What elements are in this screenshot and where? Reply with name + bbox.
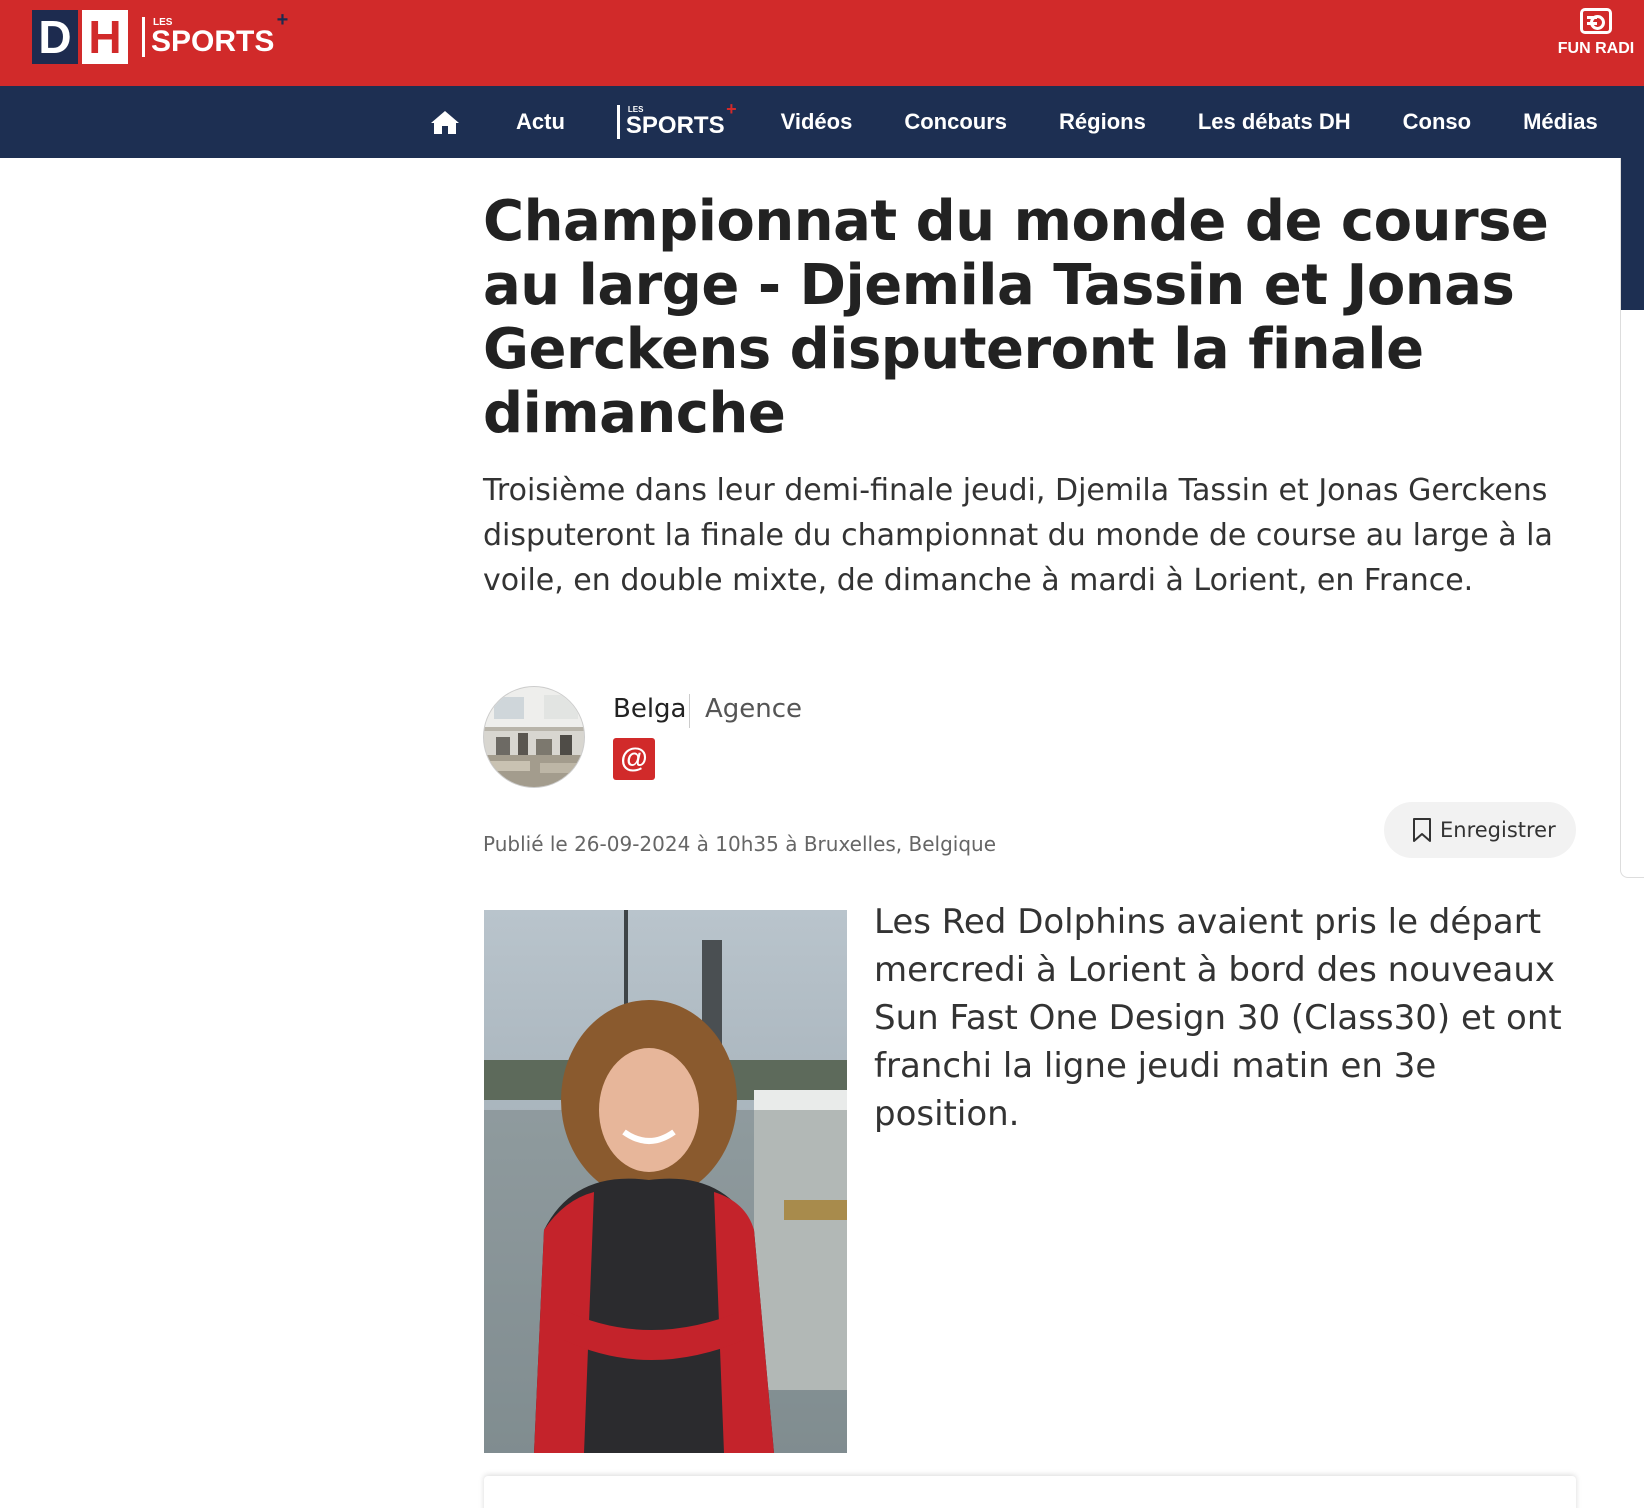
les-sports-word: SPORTS bbox=[151, 25, 275, 58]
les-sports-plus: + bbox=[276, 9, 289, 31]
save-button[interactable]: Enregistrer bbox=[1384, 802, 1576, 858]
radio-icon bbox=[1580, 8, 1612, 34]
nav-sports-plus: + bbox=[726, 99, 737, 119]
side-panel[interactable] bbox=[1620, 158, 1644, 878]
nav-sports-word: SPORTS bbox=[625, 112, 725, 139]
email-author-button[interactable]: @ bbox=[613, 738, 655, 780]
top-header-bar: D H LES SPORTS + FUN RADI bbox=[0, 0, 1644, 86]
author-separator bbox=[689, 694, 690, 728]
nav-item-actu[interactable]: Actu bbox=[516, 109, 565, 135]
nav-item-les-sports[interactable]: LES SPORTS + bbox=[616, 99, 737, 139]
author-avatar[interactable] bbox=[483, 686, 585, 788]
article-headline: Championnat du monde de course au large … bbox=[483, 189, 1549, 446]
dh-logo-mark: D H bbox=[32, 10, 128, 64]
nav-sports-les: LES bbox=[627, 105, 644, 114]
author-block: Belga Agence @ bbox=[483, 686, 1083, 790]
nav-items: Actu LES SPORTS + Vidéos Concours Région… bbox=[430, 86, 1644, 158]
article-body-paragraph: Les Red Dolphins avaient pris le départ … bbox=[874, 902, 1562, 1134]
nav-item-concours[interactable]: Concours bbox=[904, 109, 1007, 135]
article-photo[interactable] bbox=[484, 910, 847, 1453]
logo-h: H bbox=[82, 10, 128, 64]
nav-item-debats[interactable]: Les débats DH bbox=[1198, 109, 1351, 135]
bottom-card bbox=[484, 1476, 1576, 1508]
author-name[interactable]: Belga bbox=[613, 694, 687, 724]
nav-item-videos[interactable]: Vidéos bbox=[781, 109, 853, 135]
home-icon[interactable] bbox=[430, 109, 460, 135]
author-role: Agence bbox=[705, 694, 803, 724]
les-sports-logo: LES SPORTS + bbox=[142, 9, 288, 58]
logo-d: D bbox=[32, 10, 78, 64]
fun-radio-label: FUN RADI bbox=[1557, 40, 1635, 57]
article-header: Championnat du monde de course au large … bbox=[483, 190, 1573, 603]
bookmark-icon bbox=[1413, 818, 1431, 842]
main-nav: Actu LES SPORTS + Vidéos Concours Région… bbox=[0, 86, 1644, 158]
fun-radio-link[interactable]: FUN RADI bbox=[1548, 8, 1644, 58]
les-sports-les: LES bbox=[153, 17, 173, 28]
nav-item-medias[interactable]: Médias bbox=[1523, 109, 1598, 135]
side-panel-accent bbox=[1621, 158, 1644, 310]
nav-item-conso[interactable]: Conso bbox=[1403, 109, 1471, 135]
dh-logo[interactable]: D H LES SPORTS + bbox=[32, 9, 288, 64]
article-lede: Troisième dans leur demi-finale jeudi, D… bbox=[483, 473, 1553, 598]
nav-item-regions[interactable]: Régions bbox=[1059, 109, 1146, 135]
save-label: Enregistrer bbox=[1440, 818, 1556, 842]
published-date: Publié le 26-09-2024 à 10h35 à Bruxelles… bbox=[483, 832, 997, 856]
